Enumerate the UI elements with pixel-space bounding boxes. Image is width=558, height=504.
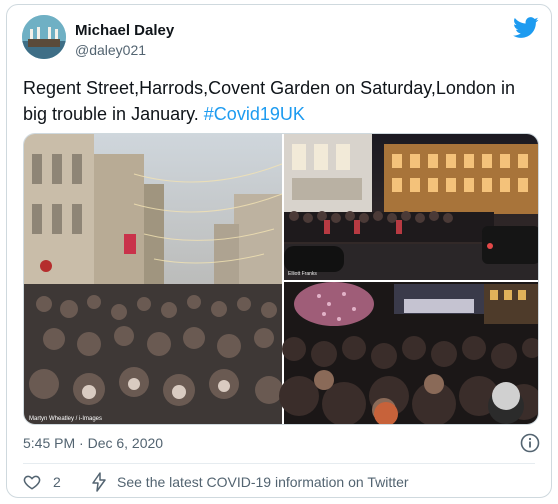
info-icon[interactable]: [520, 433, 540, 453]
photo-credit-2: Elliott Franks: [288, 271, 317, 277]
heart-icon[interactable]: [23, 473, 41, 491]
tweet-timestamp[interactable]: 5:45 PM · Dec 6, 2020: [23, 435, 163, 451]
tweet-media[interactable]: Martyn Wheatley / i-Images Elliott Frank…: [23, 133, 539, 425]
author-name[interactable]: Michael Daley: [75, 22, 174, 39]
avatar[interactable]: [22, 15, 66, 59]
twitter-bird-icon[interactable]: [513, 17, 539, 39]
tweet-text: Regent Street,Harrods,Covent Garden on S…: [23, 75, 538, 127]
photo-harrods[interactable]: [284, 134, 539, 280]
lightning-icon[interactable]: [91, 472, 107, 492]
tweet-card[interactable]: Michael Daley @daley021 Regent Street,Ha…: [6, 4, 552, 498]
photo-regent-street[interactable]: [24, 134, 283, 425]
photo-covent-garden[interactable]: [279, 282, 539, 425]
photo-credit: Martyn Wheatley / i-Images: [29, 416, 102, 422]
covid-info-link[interactable]: See the latest COVID-19 information on T…: [117, 474, 409, 490]
author-handle[interactable]: @daley021: [75, 42, 146, 58]
divider: [23, 463, 535, 464]
hashtag-link[interactable]: #Covid19UK: [204, 104, 305, 124]
like-count[interactable]: 2: [53, 474, 61, 490]
